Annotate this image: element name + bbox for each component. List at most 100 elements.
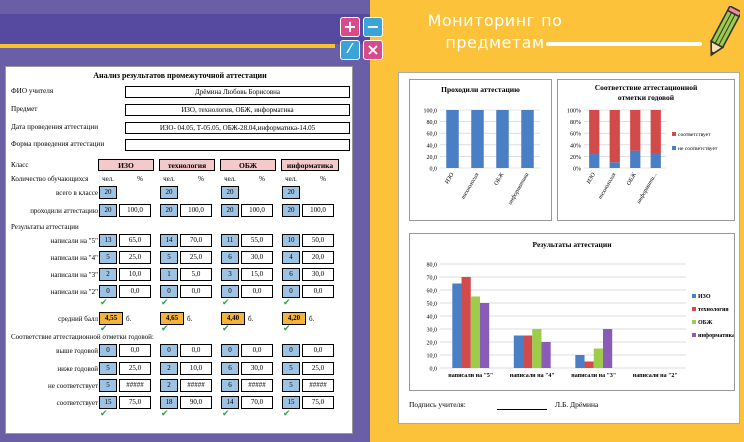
form-field[interactable] bbox=[125, 139, 350, 151]
date-row: Дата проведения аттестации ИЗО- 04.05, Т… bbox=[8, 122, 352, 134]
subject-header: информатика bbox=[281, 159, 339, 171]
matches-count-cell[interactable]: 15 bbox=[282, 396, 300, 409]
sheet-title: Анализ результатов промежуточной аттеста… bbox=[93, 71, 267, 80]
g5-count-cell[interactable]: 13 bbox=[99, 234, 117, 247]
avg-unit: б. bbox=[187, 315, 193, 323]
fio-field[interactable]: Дрёмина Любовь Борисовна bbox=[125, 86, 350, 98]
lower-count-cell[interactable]: 2 bbox=[160, 362, 178, 375]
lower-count-cell[interactable]: 5 bbox=[282, 362, 300, 375]
subject-field[interactable]: ИЗО, технология, ОБЖ, информатика bbox=[125, 104, 350, 116]
g5-count-cell[interactable]: 11 bbox=[221, 234, 239, 247]
g3-count-cell[interactable]: 1 bbox=[160, 268, 178, 281]
plus-icon: + bbox=[340, 17, 360, 37]
bar bbox=[521, 110, 534, 168]
total-cell[interactable]: 20 bbox=[160, 186, 178, 199]
passed-count-cell[interactable]: 20 bbox=[282, 204, 300, 217]
total-cell[interactable]: 20 bbox=[221, 186, 239, 199]
chart-results: Результаты аттестации 0,0 10,0 20,0 30,0 40,… bbox=[409, 233, 735, 391]
matches-count-cell[interactable]: 15 bbox=[99, 396, 117, 409]
check-icon: ✔ bbox=[283, 324, 291, 334]
nomatch-count-cell[interactable]: 2 bbox=[160, 379, 178, 392]
legend-label: не соответствует bbox=[678, 146, 718, 152]
g5-count-cell[interactable]: 14 bbox=[160, 234, 178, 247]
x-tick-label: ИЗО bbox=[444, 171, 456, 186]
y-tick-label: 100,0 bbox=[424, 109, 438, 115]
g3-count-cell[interactable]: 2 bbox=[99, 268, 117, 281]
results-label: Результаты аттестации bbox=[11, 223, 79, 231]
legend-swatch bbox=[672, 132, 676, 136]
left-header-stripe bbox=[0, 14, 370, 44]
lower-count-cell[interactable]: 5 bbox=[99, 362, 117, 375]
form-row: Форма проведения аттестации bbox=[8, 139, 352, 151]
matches-count-cell[interactable]: 18 bbox=[160, 396, 178, 409]
y-tick-label: 80,0 bbox=[427, 263, 438, 269]
bar bbox=[602, 329, 613, 368]
subject-header: ОБЖ bbox=[220, 159, 276, 171]
subject-header: технология bbox=[159, 159, 215, 171]
pencil-icon bbox=[710, 6, 740, 57]
stacked-bar-segment bbox=[650, 153, 661, 168]
x-tick-label: написали на "2" bbox=[633, 373, 678, 379]
check-icon: ✔ bbox=[283, 409, 291, 419]
y-tick-label: 40,0 bbox=[427, 143, 438, 149]
nomatch-pct-cell: ##### bbox=[119, 379, 151, 392]
accent-line bbox=[0, 44, 335, 48]
matches-count-cell[interactable]: 14 bbox=[221, 396, 239, 409]
bar bbox=[523, 335, 533, 368]
g2-pct-cell: 0,0 bbox=[180, 285, 212, 298]
lower-pct-cell: 10,0 bbox=[180, 362, 212, 375]
g2-count-cell[interactable]: 0 bbox=[160, 285, 178, 298]
passed-count-cell[interactable]: 20 bbox=[99, 204, 117, 217]
passed-count-cell[interactable]: 20 bbox=[221, 204, 239, 217]
legend-label: соответствует bbox=[678, 132, 711, 138]
sign-line bbox=[497, 409, 547, 410]
higher-count-cell[interactable]: 0 bbox=[160, 344, 178, 357]
g4-pct-cell: 20,0 bbox=[302, 251, 334, 264]
check-icon: ✔ bbox=[222, 298, 230, 308]
g4-count-cell[interactable]: 4 bbox=[282, 251, 300, 264]
higher-count-cell[interactable]: 0 bbox=[99, 344, 117, 357]
passed-pct-cell: 100,0 bbox=[241, 204, 273, 217]
y-tick-label: 0,0 bbox=[430, 167, 438, 173]
legend-swatch bbox=[692, 294, 696, 298]
chart-results-svg: 0,0 10,0 20,0 30,0 40,0 50,0 60,0 70,0 80,0 напис… bbox=[427, 263, 735, 380]
g2-pct-cell: 0,0 bbox=[119, 285, 151, 298]
legend-label: информатика bbox=[698, 332, 734, 339]
passed-count-cell[interactable]: 20 bbox=[160, 204, 178, 217]
bar bbox=[513, 335, 524, 368]
stacked-bar-segment bbox=[630, 150, 641, 168]
date-field[interactable]: ИЗО- 04.05, Т-05.05, ОБЖ-28.04,информати… bbox=[125, 122, 350, 134]
sign-name: Л.Б. Дрёмина bbox=[555, 400, 599, 409]
x-tick-label: написали на "5" bbox=[448, 373, 493, 379]
g4-count-cell[interactable]: 5 bbox=[99, 251, 117, 264]
bar bbox=[479, 303, 490, 368]
higher-count-cell[interactable]: 0 bbox=[221, 344, 239, 357]
higher-count-cell[interactable]: 0 bbox=[282, 344, 300, 357]
g5-count-cell[interactable]: 10 bbox=[282, 234, 300, 247]
x-tick-label: написали на "3" bbox=[571, 373, 616, 379]
col-pct-header: % bbox=[137, 175, 143, 183]
nomatch-count-cell[interactable]: 6 bbox=[221, 379, 239, 392]
lower-pct-cell: 25,0 bbox=[302, 362, 334, 375]
nomatch-count-cell[interactable]: 5 bbox=[99, 379, 117, 392]
total-cell[interactable]: 20 bbox=[282, 186, 300, 199]
fio-row: ФИО учителя Дрёмина Любовь Борисовна bbox=[8, 86, 352, 98]
lower-count-cell[interactable]: 6 bbox=[221, 362, 239, 375]
nomatch-count-cell[interactable]: 5 bbox=[282, 379, 300, 392]
minus-icon: − bbox=[363, 17, 383, 37]
bar bbox=[471, 110, 484, 168]
avg-unit: б. bbox=[126, 315, 132, 323]
g4-count-cell[interactable]: 5 bbox=[160, 251, 178, 264]
g2-count-cell[interactable]: 0 bbox=[99, 285, 117, 298]
g2-count-cell[interactable]: 0 bbox=[221, 285, 239, 298]
g3-count-cell[interactable]: 6 bbox=[282, 268, 300, 281]
legend-swatch bbox=[692, 320, 696, 324]
y-tick-label: 20,0 bbox=[427, 155, 438, 161]
chart-passed: Проходили аттестацию 0,0 20,0 40,0 60,0 80,0… bbox=[409, 79, 552, 221]
y-tick-label: 0% bbox=[573, 167, 581, 173]
total-cell[interactable]: 20 bbox=[99, 186, 117, 199]
chart-passed-svg: 0,0 20,0 40,0 60,0 80,0 100,0 ИЗО технология ОБЖ… bbox=[424, 109, 540, 206]
g3-count-cell[interactable]: 3 bbox=[221, 268, 239, 281]
g4-count-cell[interactable]: 6 bbox=[221, 251, 239, 264]
g2-count-cell[interactable]: 0 bbox=[282, 285, 300, 298]
